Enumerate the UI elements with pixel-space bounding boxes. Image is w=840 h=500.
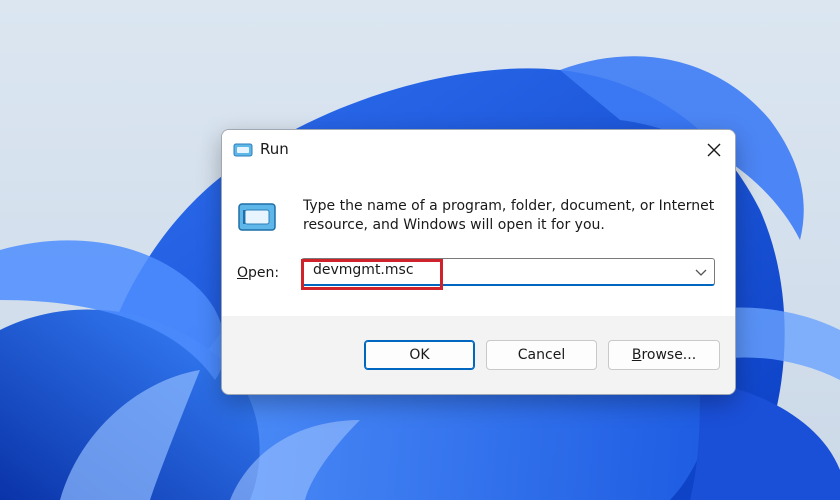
description-text: Type the name of a program, folder, docu… xyxy=(303,198,715,233)
open-label-text: pen: xyxy=(248,265,280,281)
chevron-down-icon[interactable] xyxy=(692,263,710,281)
browse-accelerator: B xyxy=(631,347,642,363)
window-title: Run xyxy=(260,140,289,158)
open-label-accelerator: O xyxy=(237,265,249,281)
open-label: Open: xyxy=(237,265,279,281)
dialog-footer: OK Cancel Browse... xyxy=(222,316,735,394)
close-icon xyxy=(707,143,721,157)
title-bar[interactable]: Run xyxy=(222,130,735,170)
highlight-box xyxy=(301,259,443,290)
desktop: Run Type the name of a program, folder, … xyxy=(0,0,840,500)
cancel-button[interactable]: Cancel xyxy=(486,340,597,370)
browse-label: rowse... xyxy=(641,347,697,363)
run-icon xyxy=(238,203,276,231)
ok-button[interactable]: OK xyxy=(364,340,475,370)
dialog-body: Type the name of a program, folder, docu… xyxy=(222,170,735,316)
run-icon xyxy=(233,143,253,157)
close-button[interactable] xyxy=(697,134,731,166)
browse-button[interactable]: Browse... xyxy=(608,340,720,370)
run-dialog: Run Type the name of a program, folder, … xyxy=(221,129,736,395)
